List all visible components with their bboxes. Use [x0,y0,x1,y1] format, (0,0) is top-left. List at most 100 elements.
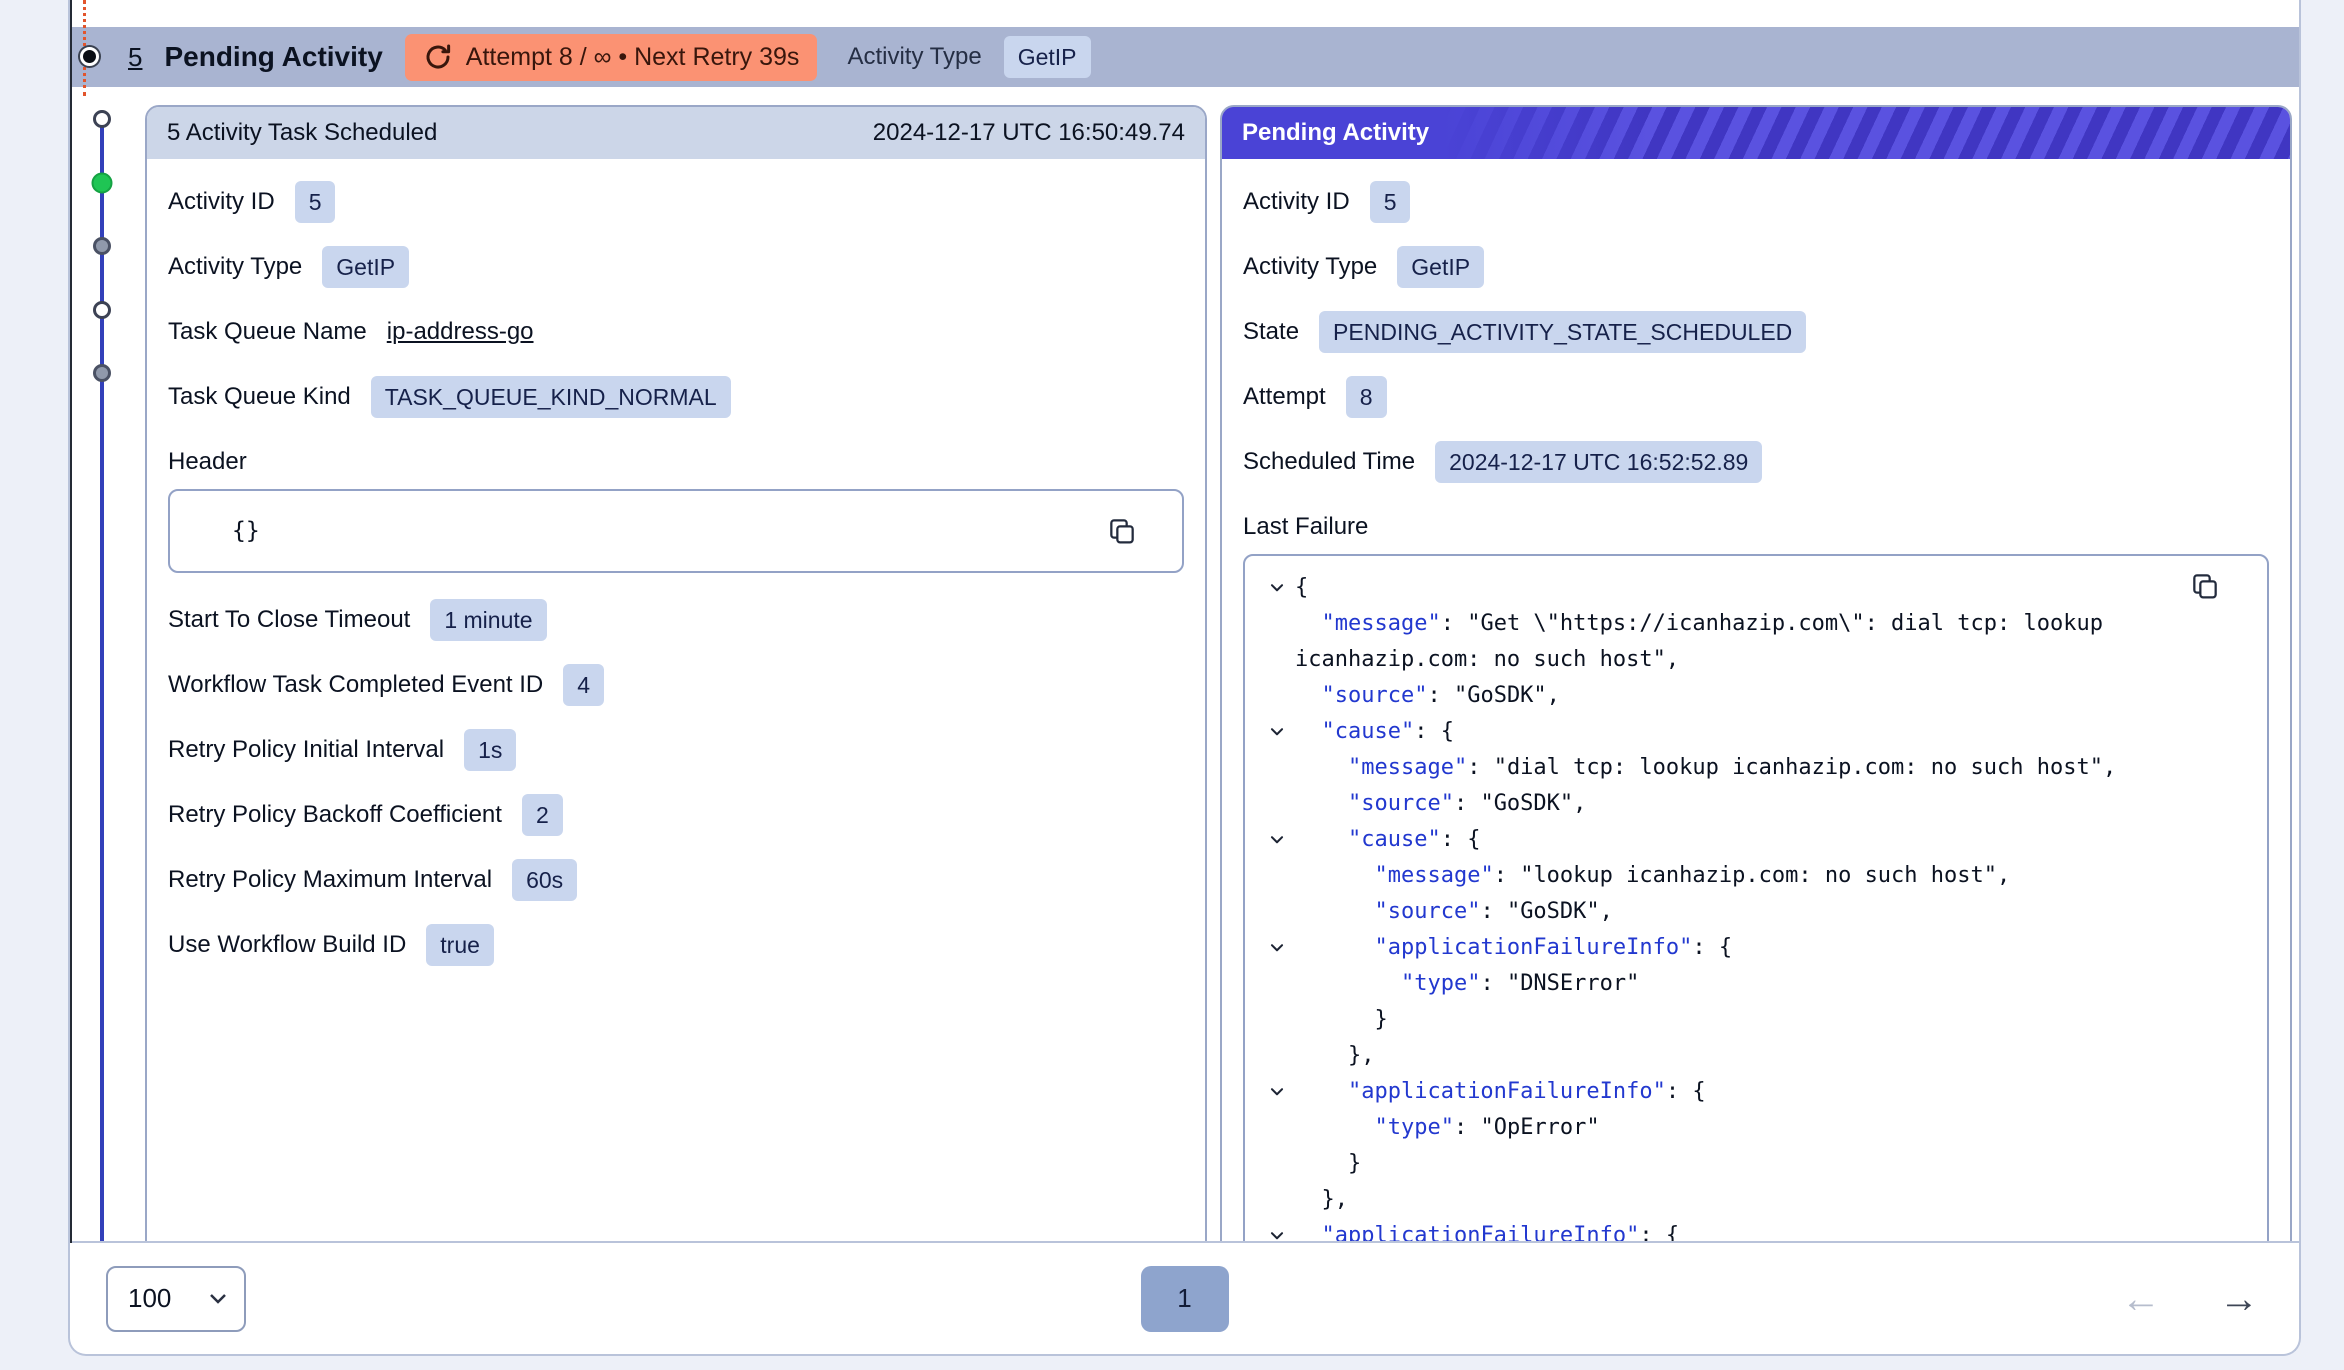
chevron-down-icon [208,1292,228,1306]
json-line: "message": "Get \"https://icanhazip.com\… [1259,606,2247,678]
detail-row: Attempt 8 [1243,376,2269,418]
page-title: Pending Activity [164,41,382,73]
timeline-event-dot-green[interactable] [92,173,113,194]
gutter-spacer [1259,678,1295,714]
timeline-current-event-dot[interactable] [80,47,99,66]
collapse-chevron-icon[interactable] [1259,1218,1295,1243]
last-failure-json-box: { "message": "Get \"https://icanhazip.co… [1243,554,2269,1243]
field-value-badge: 60s [512,859,577,901]
collapse-chevron-icon[interactable] [1259,822,1295,858]
json-text: "type": "DNSError" [1295,966,2247,1002]
pending-activity-header-bar: 5 Pending Activity Attempt 8 / ∞ • Next … [70,27,2299,87]
event-summary-header: 5 Activity Task Scheduled 2024-12-17 UTC… [147,107,1205,159]
detail-row: State PENDING_ACTIVITY_STATE_SCHEDULED [1243,311,2269,353]
timeline-rail [68,0,72,1243]
json-text: "type": "OpError" [1295,1110,2247,1146]
activity-type-badge: GetIP [1004,36,1091,78]
field-label: State [1243,318,1299,346]
pending-activity-panel-title: Pending Activity [1242,119,1429,147]
field-value-badge: TASK_QUEUE_KIND_NORMAL [371,376,731,418]
event-timestamp: 2024-12-17 UTC 16:50:49.74 [873,119,1185,147]
copy-icon[interactable] [1106,515,1138,547]
json-text: "message": "lookup icanhazip.com: no suc… [1295,858,2247,894]
json-text: "message": "dial tcp: lookup icanhazip.c… [1295,750,2247,786]
json-line: "message": "dial tcp: lookup icanhazip.c… [1259,750,2247,786]
gutter-spacer [1259,606,1295,678]
json-text: "source": "GoSDK", [1295,894,2247,930]
json-line: "cause": { [1259,822,2247,858]
json-text: }, [1295,1038,2247,1074]
detail-row: Task Queue KindTASK_QUEUE_KIND_NORMAL [168,376,1184,418]
field-label: Header [168,441,1184,483]
current-page-button[interactable]: 1 [1141,1266,1229,1332]
detail-row: Workflow Task Completed Event ID4 [168,664,1184,706]
field-label: Workflow Task Completed Event ID [168,671,543,699]
field-value-badge: PENDING_ACTIVITY_STATE_SCHEDULED [1319,311,1806,353]
json-text: "applicationFailureInfo": { [1295,1218,2247,1243]
field-label: Retry Policy Initial Interval [168,736,444,764]
detail-row: Activity TypeGetIP [1243,246,2269,288]
json-line: "source": "GoSDK", [1259,894,2247,930]
last-failure-label: Last Failure [1243,506,2269,548]
field-value-badge: 2024-12-17 UTC 16:52:52.89 [1435,441,1762,483]
gutter-spacer [1259,1038,1295,1074]
json-line: "applicationFailureInfo": { [1259,1218,2247,1243]
json-text: "source": "GoSDK", [1295,678,2247,714]
field-label: Attempt [1243,383,1326,411]
detail-row: Retry Policy Maximum Interval 60s [168,859,1184,901]
json-line: "applicationFailureInfo": { [1259,1074,2247,1110]
field-label: Start To Close Timeout [168,606,410,634]
timeline-event-dot-open[interactable] [93,301,111,319]
json-line: "type": "DNSError" [1259,966,2247,1002]
json-text: } [1295,1146,2247,1182]
collapse-chevron-icon[interactable] [1259,714,1295,750]
collapse-chevron-icon[interactable] [1259,1074,1295,1110]
page-size-select[interactable]: 100 [106,1266,246,1332]
timeline-event-dot-gray[interactable] [93,237,111,255]
prev-page-button[interactable]: ← [2121,1279,2161,1319]
gutter-spacer [1259,858,1295,894]
event-id-link[interactable]: 5 [128,42,142,73]
gutter-spacer [1259,894,1295,930]
json-line: } [1259,1146,2247,1182]
timeline-event-dot-gray[interactable] [93,364,111,382]
field-label: Scheduled Time [1243,448,1415,476]
json-text: "message": "Get \"https://icanhazip.com\… [1295,606,2247,678]
detail-row: Task Queue Nameip-address-go [168,311,1184,353]
collapse-chevron-icon[interactable] [1259,930,1295,966]
pending-activity-panel: Pending Activity Activity ID5 Activity Ty… [1220,105,2292,1243]
json-line: { [1259,570,2247,606]
json-line: "type": "OpError" [1259,1110,2247,1146]
field-value-badge: 1s [464,729,516,771]
json-text: "applicationFailureInfo": { [1295,930,2247,966]
payload-content: {} [232,518,260,544]
gutter-spacer [1259,1110,1295,1146]
json-text: }, [1295,1182,2247,1218]
gutter-spacer [1259,1182,1295,1218]
field-value-badge: 5 [1370,181,1411,223]
field-value-badge: 1 minute [430,599,546,641]
field-label: Retry Policy Maximum Interval [168,866,492,894]
task-queue-link[interactable]: ip-address-go [387,318,534,346]
field-value-badge: 8 [1346,376,1387,418]
detail-row: Activity ID5 [1243,181,2269,223]
field-label: Activity ID [168,188,275,216]
pending-activity-panel-header: Pending Activity [1222,107,2290,159]
json-text: "cause": { [1295,714,2247,750]
event-history-card: 5 Pending Activity Attempt 8 / ∞ • Next … [68,0,2301,1356]
collapse-chevron-icon[interactable] [1259,570,1295,606]
json-line: "message": "lookup icanhazip.com: no suc… [1259,858,2247,894]
json-text: "source": "GoSDK", [1295,786,2247,822]
attempt-text: Attempt 8 / ∞ • Next Retry 39s [466,43,800,72]
json-line: } [1259,1002,2247,1038]
gutter-spacer [1259,1002,1295,1038]
json-line: "source": "GoSDK", [1259,786,2247,822]
next-page-button[interactable]: → [2219,1279,2259,1319]
timeline-event-dot-open[interactable] [93,110,111,128]
json-text: { [1295,570,2247,606]
attempt-retry-badge: Attempt 8 / ∞ • Next Retry 39s [405,34,818,81]
detail-row: Use Workflow Build IDtrue [168,924,1184,966]
pending-activity-body: Activity ID5 Activity TypeGetIP State PENDI… [1222,159,2290,1243]
json-line: "applicationFailureInfo": { [1259,930,2247,966]
copy-icon[interactable] [2189,570,2221,602]
